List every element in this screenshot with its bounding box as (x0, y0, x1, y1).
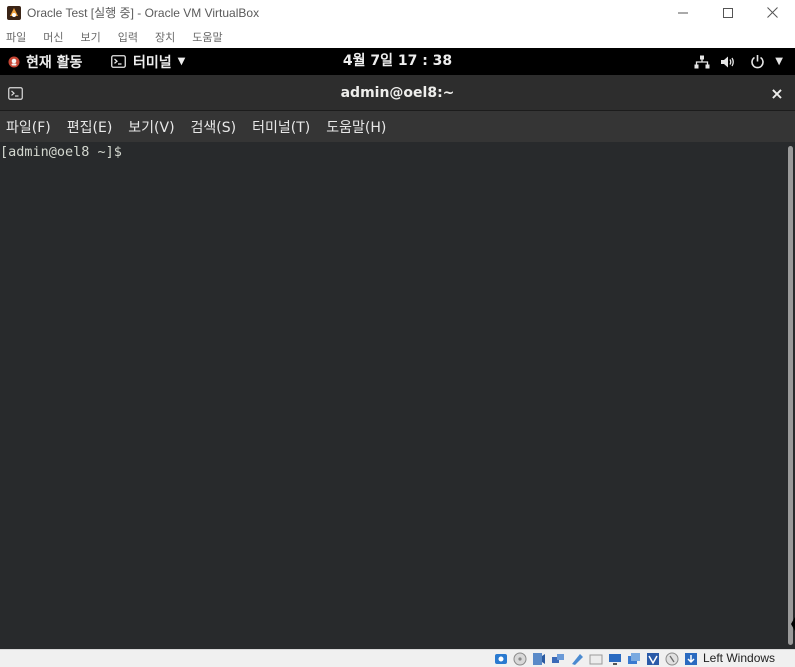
guest-screen[interactable]: 현재 활동 터미널 ▼ 4월 7일 17 : 38 ▼ admin@oel8:~… (0, 48, 795, 649)
terminal-scrollbar[interactable] (788, 146, 793, 645)
audio-icon[interactable] (531, 651, 547, 667)
oracle-linux-icon (8, 56, 20, 68)
host-title-bar: Oracle Test [실행 중] - Oracle VM VirtualBo… (0, 0, 795, 25)
close-button[interactable] (750, 0, 795, 25)
power-icon (750, 54, 765, 69)
terminal-menu-help[interactable]: 도움말(H) (326, 117, 386, 137)
clock[interactable]: 4월 7일 17 : 38 (343, 53, 452, 69)
host-menu-file[interactable]: 파일 (6, 29, 26, 45)
host-menu-devices[interactable]: 장치 (155, 29, 175, 45)
host-menu-input[interactable]: 입력 (118, 29, 138, 45)
host-status-bar: Left Windows (0, 649, 795, 667)
hard-disk-icon[interactable] (493, 651, 509, 667)
terminal-menu-view[interactable]: 보기(V) (128, 117, 174, 137)
host-menu-view[interactable]: 보기 (81, 29, 101, 45)
app-menu-label: 터미널 (133, 54, 172, 71)
mouse-integration-icon[interactable] (664, 651, 680, 667)
virtualization-icon[interactable] (645, 651, 661, 667)
shell-prompt: [admin@oel8 ~]$ (0, 144, 131, 160)
volume-icon (720, 55, 736, 69)
virtualbox-icon (6, 5, 22, 21)
terminal-output-area[interactable]: [admin@oel8 ~]$ (0, 142, 795, 649)
network-icon[interactable] (550, 651, 566, 667)
host-menu-bar: 파일 머신 보기 입력 장치 도움말 (0, 25, 795, 48)
terminal-menu-bar: 파일(F) 편집(E) 보기(V) 검색(S) 터미널(T) 도움말(H) (0, 111, 795, 142)
terminal-window-title: admin@oel8:~ (340, 85, 455, 101)
terminal-app-menu[interactable]: 터미널 ▼ (111, 48, 185, 75)
terminal-menu-edit[interactable]: 편집(E) (67, 117, 113, 137)
caret-left-icon (791, 617, 795, 631)
keyboard-capture-icon[interactable] (683, 651, 699, 667)
terminal-header-bar: admin@oel8:~ × (0, 75, 795, 111)
optical-drive-icon[interactable] (512, 651, 528, 667)
video-capture-icon[interactable] (626, 651, 642, 667)
usb-icon[interactable] (569, 651, 585, 667)
caret-down-icon: ▼ (177, 56, 186, 67)
gnome-top-bar: 현재 활동 터미널 ▼ 4월 7일 17 : 38 ▼ (0, 48, 795, 75)
terminal-menu-terminal[interactable]: 터미널(T) (252, 117, 310, 137)
host-menu-machine[interactable]: 머신 (43, 29, 63, 45)
maximize-button[interactable] (705, 0, 750, 25)
shared-folders-icon[interactable] (588, 651, 604, 667)
minimize-button[interactable] (660, 0, 705, 25)
activities-button[interactable]: 현재 활동 (8, 48, 82, 75)
terminal-window-icon (8, 85, 23, 104)
chevron-down-icon: ▼ (775, 56, 783, 67)
system-status-menu[interactable]: ▼ (684, 48, 783, 75)
terminal-menu-file[interactable]: 파일(F) (6, 117, 51, 137)
close-icon: × (770, 83, 784, 103)
terminal-menu-search[interactable]: 검색(S) (191, 117, 237, 137)
host-key-label: Left Windows (703, 651, 776, 665)
terminal-close-button[interactable]: × (767, 83, 787, 103)
display-icon[interactable] (607, 651, 623, 667)
host-menu-help[interactable]: 도움말 (192, 29, 222, 45)
activities-label: 현재 활동 (26, 54, 83, 71)
host-window-title: Oracle Test [실행 중] - Oracle VM VirtualBo… (27, 6, 260, 20)
network-wired-icon (694, 55, 710, 69)
terminal-icon (111, 55, 126, 68)
